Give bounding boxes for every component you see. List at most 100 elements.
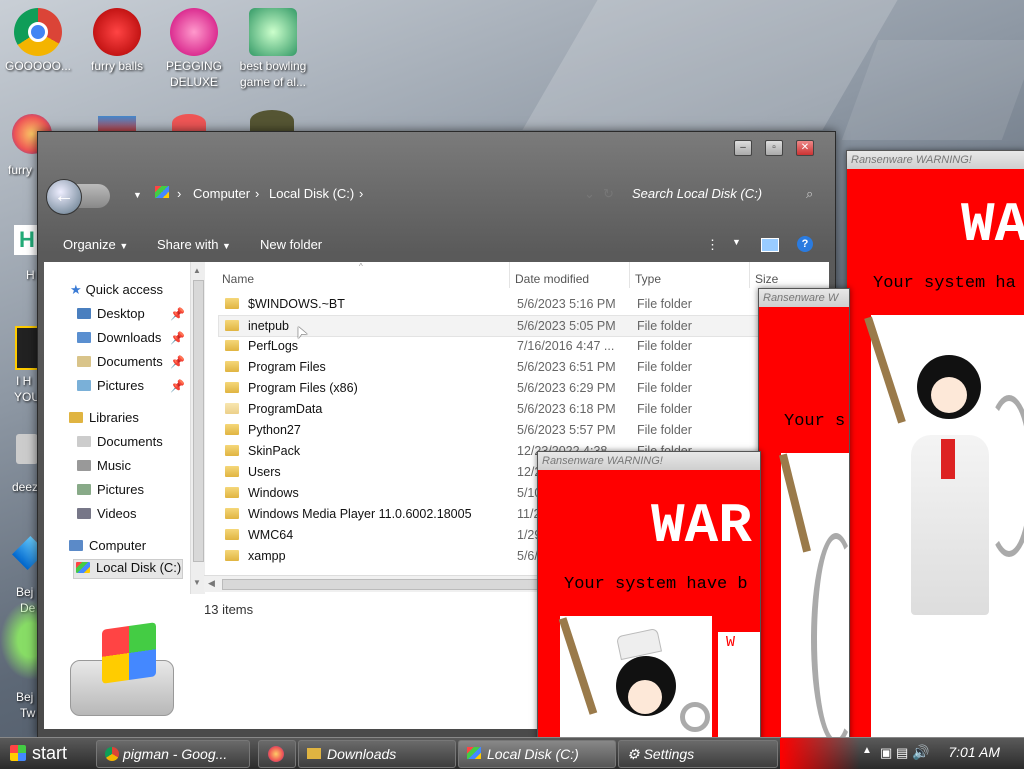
folder-icon [225, 403, 239, 414]
folder-icon [225, 529, 239, 540]
app-icon[interactable] [172, 114, 206, 132]
app-icon[interactable] [250, 110, 294, 132]
start-label: start [32, 743, 68, 763]
desktop-icon-chrome[interactable]: GOOOOO... [2, 8, 74, 74]
nav-quick-access[interactable]: ★ Quick access [70, 282, 163, 298]
side-letter: W [726, 634, 736, 651]
nav-downloads[interactable]: Downloads [77, 330, 161, 345]
file-row[interactable]: Python27 5/6/2023 5:57 PM File folder [219, 420, 759, 440]
share-with-menu[interactable]: Share with ▼ [157, 237, 231, 252]
file-name: Python27 [248, 423, 301, 437]
organize-menu[interactable]: Organize ▼ [63, 237, 128, 252]
pin-icon[interactable]: 📌 [170, 379, 185, 393]
organize-label: Organize [63, 237, 116, 252]
furry-ball-icon [93, 8, 141, 56]
nav-scrollbar[interactable]: ▲ ▼ [190, 262, 205, 594]
history-dropdown-icon[interactable]: ▼ [133, 190, 142, 200]
network-icon[interactable]: ▤ [896, 745, 908, 761]
documents-icon [77, 436, 91, 447]
new-folder-button[interactable]: New folder [260, 237, 322, 252]
column-header-size[interactable]: Size [755, 272, 778, 286]
file-name: ProgramData [248, 402, 323, 416]
nav-local-disk[interactable]: Local Disk (C:) [73, 559, 183, 579]
nav-label: Local Disk (C:) [96, 560, 182, 575]
nav-lib-videos[interactable]: Videos [77, 506, 137, 521]
refresh-icon[interactable]: ↻ [603, 186, 614, 202]
view-options-icon[interactable]: ⋮ [706, 237, 719, 253]
folder-icon [307, 748, 321, 759]
taskbar-item-chrome[interactable]: pigman - Goog... [96, 740, 250, 768]
file-row[interactable]: Program Files (x86) 5/6/2023 6:29 PM File … [219, 378, 759, 398]
taskbar-item-local-disk[interactable]: Local Disk (C:) [458, 740, 616, 768]
nav-label: Documents [97, 434, 163, 449]
taskbar-item-settings[interactable]: ⚙ Settings [618, 740, 778, 768]
computer-icon [69, 540, 83, 551]
file-row[interactable]: ProgramData 5/6/2023 6:18 PM File folder [219, 399, 759, 419]
maximize-button[interactable]: ▫ [765, 140, 783, 156]
ransomware-window[interactable]: Ransenware WARNING! WAR Your system have… [537, 451, 761, 742]
file-type: File folder [637, 402, 692, 416]
column-header-name[interactable]: Name [222, 272, 254, 286]
taskbar-item-firefox[interactable] [258, 740, 296, 768]
taskbar-item-label: Settings [643, 746, 695, 762]
warning-message: Your s [784, 412, 846, 431]
nav-lib-documents[interactable]: Documents [77, 434, 163, 449]
pin-icon[interactable]: 📌 [170, 307, 185, 321]
file-type: File folder [637, 381, 692, 395]
search-icon[interactable]: ⌕ [806, 186, 813, 202]
pin-icon[interactable]: 📌 [170, 355, 185, 369]
nav-label: Computer [89, 538, 147, 553]
nav-lib-pictures[interactable]: Pictures [77, 482, 144, 497]
ransomware-window[interactable]: Ransenware WARNING! WA Your system ha [846, 150, 1024, 742]
pin-icon[interactable]: 📌 [170, 331, 185, 345]
desktop-icon-pegging[interactable]: PEGGING DELUXE [158, 8, 230, 90]
folder-icon [225, 298, 239, 309]
start-button[interactable]: start [0, 738, 92, 769]
file-date: 5/6/2023 6:51 PM [517, 360, 616, 374]
desktop-icon-furry-balls[interactable]: furry balls [81, 8, 153, 74]
nav-label: Quick access [85, 282, 163, 297]
taskbar-item-downloads[interactable]: Downloads [298, 740, 456, 768]
anime-character-image [779, 453, 849, 741]
file-date: 5/6/2023 5:05 PM [517, 319, 616, 333]
file-date: 5/6/2023 6:18 PM [517, 402, 616, 416]
action-center-icon[interactable]: ▣ [880, 745, 892, 761]
nav-computer[interactable]: Computer [69, 538, 146, 553]
file-icon[interactable] [16, 434, 38, 464]
folder-icon [225, 466, 239, 477]
chrome-icon [14, 8, 62, 56]
nav-libraries[interactable]: Libraries [69, 410, 139, 425]
file-row[interactable]: $WINDOWS.~BT 5/6/2023 5:16 PM File folder [219, 294, 759, 314]
preview-pane-icon[interactable] [761, 238, 779, 252]
view-dropdown-icon[interactable]: ▼ [732, 237, 741, 247]
dropdown-icon[interactable]: ⌄ [584, 186, 595, 202]
search-input[interactable]: Search Local Disk (C:) [632, 186, 762, 201]
column-header-date[interactable]: Date modified [515, 272, 589, 286]
nav-desktop[interactable]: Desktop [77, 306, 145, 321]
windows-logo-icon [10, 745, 26, 761]
desktop-icon-bowling[interactable]: best bowling game of al... [237, 8, 309, 90]
file-row[interactable]: Program Files 5/6/2023 6:51 PM File folder [219, 357, 759, 377]
nav-documents[interactable]: Documents [77, 354, 163, 369]
nav-pictures[interactable]: Pictures [77, 378, 144, 393]
app-icon[interactable] [98, 116, 136, 132]
help-icon[interactable]: ? [797, 236, 813, 252]
file-date: 7/16/2016 4:47 ... [517, 339, 615, 353]
column-header-type[interactable]: Type [635, 272, 661, 286]
volume-icon[interactable]: 🔊 [912, 744, 929, 761]
documents-folder-icon [77, 356, 91, 367]
system-clock[interactable]: 7:01 AM [948, 744, 1000, 760]
show-hidden-icons[interactable]: ▲ [862, 745, 872, 756]
pictures-folder-icon [77, 380, 91, 391]
breadcrumb-computer[interactable]: Computer [193, 186, 250, 201]
status-item-count: 13 items [204, 602, 254, 617]
breadcrumb-local-disk[interactable]: Local Disk (C:) [269, 186, 354, 201]
desktop-icon-label: Tw [20, 706, 36, 720]
close-button[interactable]: ✕ [796, 140, 814, 156]
file-type: File folder [637, 319, 692, 333]
file-name: inetpub [248, 319, 290, 333]
minimize-button[interactable]: – [734, 140, 752, 156]
nav-lib-music[interactable]: Music [77, 458, 131, 473]
back-arrow-icon[interactable]: ← [46, 179, 82, 215]
ransomware-window[interactable]: Ransenware W Your s [758, 288, 850, 742]
